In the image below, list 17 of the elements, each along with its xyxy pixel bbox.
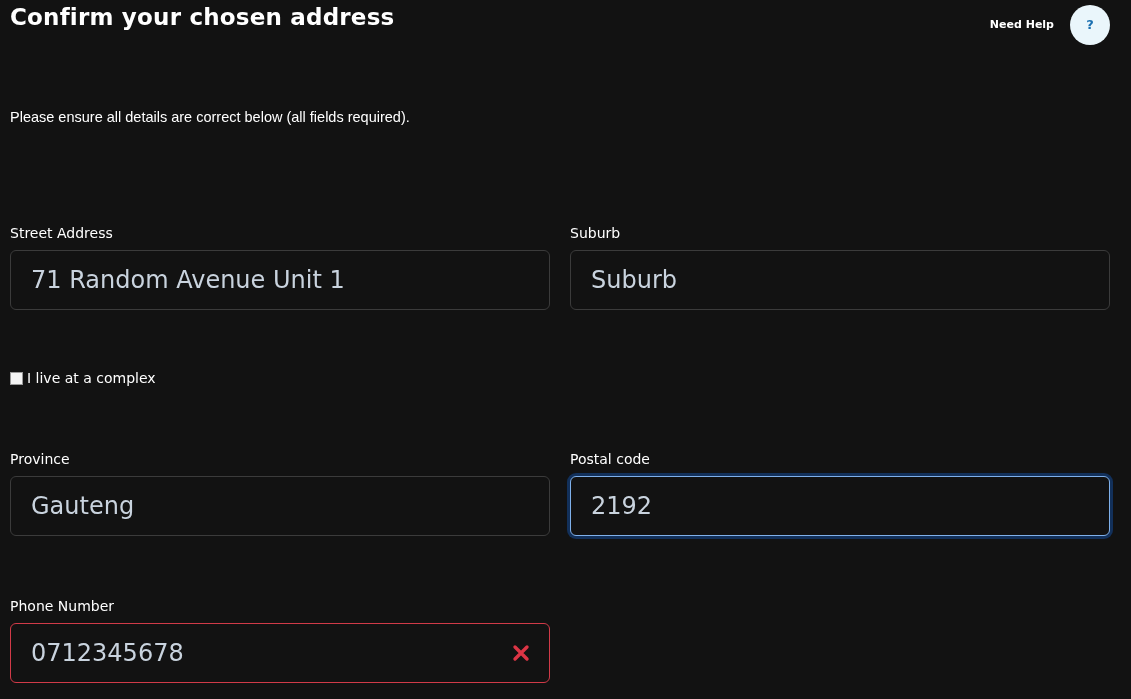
field-label: Phone Number (10, 596, 115, 616)
need-help-label: Need Help (989, 16, 1054, 33)
input-field[interactable]: Gauteng (10, 475, 550, 536)
page-title: Confirm your chosen address (10, 4, 395, 32)
intro-text: Please ensure all details are correct below (all fields required). (10, 108, 411, 127)
input-field[interactable]: Suburb (570, 249, 1110, 310)
field-label: Street Address (10, 223, 113, 243)
input-field[interactable]: 0712345678 (10, 622, 550, 683)
field-label: Postal code (570, 449, 650, 469)
checkbox[interactable] (10, 371, 23, 385)
help-button[interactable]: ? (1070, 5, 1110, 45)
field-label: Province (10, 449, 70, 469)
field-label: Suburb (570, 223, 621, 243)
error-icon (512, 643, 530, 662)
input-field[interactable]: 71 Random Avenue Unit 1 (10, 249, 550, 310)
input-field[interactable]: 2192 (570, 475, 1110, 536)
checkbox-label: I live at a complex (27, 368, 156, 388)
